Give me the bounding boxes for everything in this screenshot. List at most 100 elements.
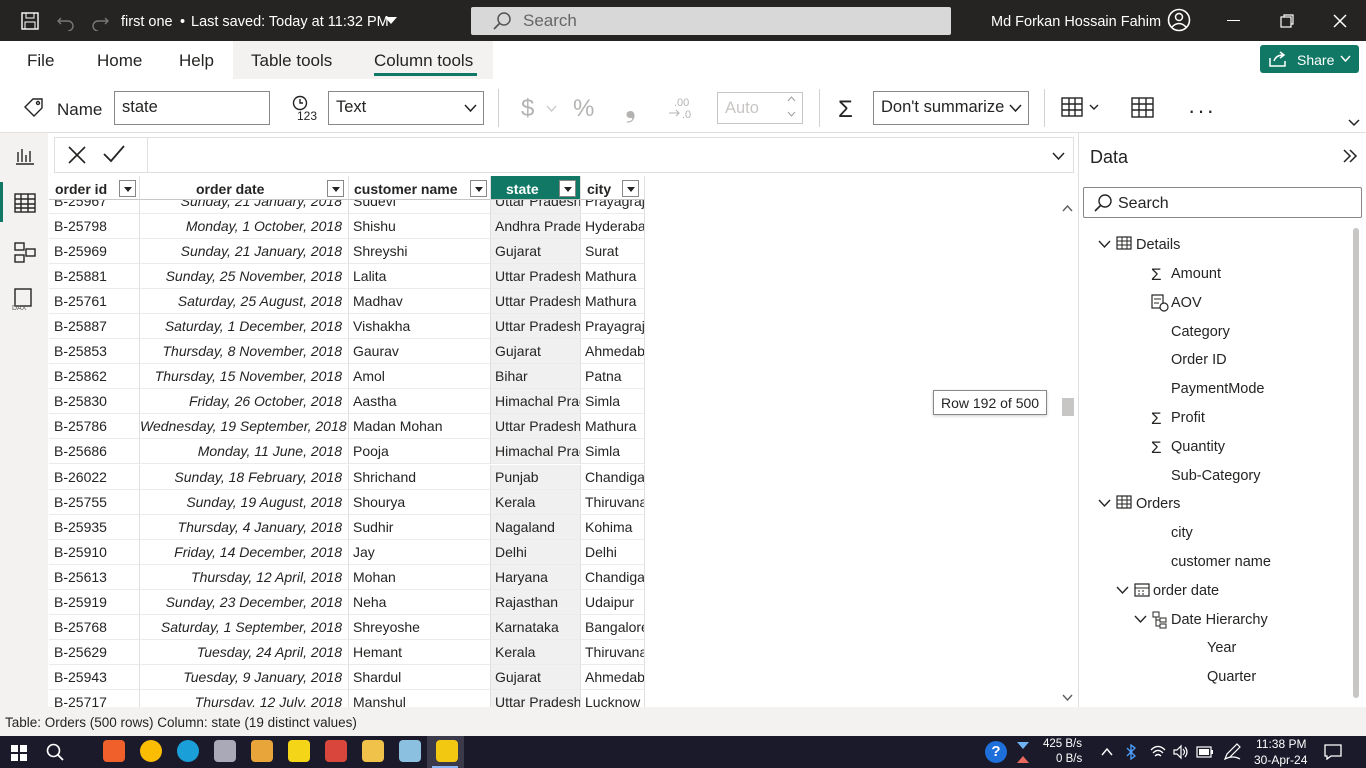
cell-order-id[interactable]: B-25717: [49, 689, 140, 707]
data-type-select[interactable]: Text: [328, 91, 484, 125]
close-icon[interactable]: [1333, 14, 1347, 28]
formula-bar[interactable]: [54, 137, 1074, 173]
tab-help[interactable]: Help: [179, 51, 214, 71]
cell-state[interactable]: Himachal Pradesh: [491, 439, 581, 465]
table-row[interactable]: B-25881 Sunday, 25 November, 2018 Lalita Ut…: [49, 264, 645, 290]
cell-order-id[interactable]: B-25935: [49, 514, 140, 540]
tree-item[interactable]: order date: [1116, 582, 1358, 604]
cell-order-id[interactable]: B-25755: [49, 489, 140, 515]
table-row[interactable]: B-25768 Saturday, 1 September, 2018 Shreyo…: [49, 614, 645, 640]
app-icon[interactable]: [325, 740, 347, 762]
table-row[interactable]: B-25830 Friday, 26 October, 2018 Aastha Him…: [49, 389, 645, 415]
decimal-button[interactable]: .00.0: [668, 95, 696, 121]
scroll-up-icon[interactable]: [1062, 205, 1073, 212]
cell-customer-name[interactable]: Aastha: [349, 389, 491, 415]
column-header-customer-name[interactable]: customer name: [349, 176, 491, 200]
cell-order-id[interactable]: B-26022: [49, 464, 140, 490]
cell-order-date[interactable]: Thursday, 15 November, 2018: [140, 364, 349, 390]
cell-order-date[interactable]: Friday, 26 October, 2018: [140, 389, 349, 415]
cell-state[interactable]: Uttar Pradesh: [491, 689, 581, 707]
cell-order-id[interactable]: B-25910: [49, 539, 140, 565]
tree-item[interactable]: Category: [1116, 323, 1358, 345]
comma-button[interactable]: ❟: [625, 92, 636, 125]
cell-city[interactable]: Delhi: [581, 539, 645, 565]
tray-chevron-up-icon[interactable]: [1101, 748, 1113, 756]
filter-dropdown-icon[interactable]: [119, 180, 136, 197]
cell-order-id[interactable]: B-25919: [49, 589, 140, 615]
cell-customer-name[interactable]: Shreyshi: [349, 239, 491, 265]
chevron-down-icon[interactable]: [1116, 586, 1129, 595]
cell-order-date[interactable]: Saturday, 25 August, 2018: [140, 289, 349, 315]
cell-customer-name[interactable]: Shishu: [349, 214, 491, 239]
data-pane-search-input[interactable]: Search: [1083, 187, 1362, 218]
cell-order-id[interactable]: B-25830: [49, 389, 140, 415]
tree-item[interactable]: Date Hierarchy: [1134, 611, 1358, 633]
cell-city[interactable]: Simla: [581, 439, 645, 465]
windows-start-icon[interactable]: [11, 745, 27, 761]
cell-order-date[interactable]: Monday, 1 October, 2018: [140, 214, 349, 239]
cell-customer-name[interactable]: Manshul: [349, 689, 491, 707]
sort-by-column-icon[interactable]: [1061, 96, 1101, 122]
percent-button[interactable]: %: [573, 95, 594, 123]
tree-item[interactable]: city: [1116, 524, 1358, 546]
cell-order-date[interactable]: Friday, 14 December, 2018: [140, 539, 349, 565]
summarization-select[interactable]: Don't summarize: [873, 91, 1029, 125]
cell-order-id[interactable]: B-25881: [49, 264, 140, 290]
battery-icon[interactable]: [1196, 746, 1214, 758]
table-row[interactable]: B-25629 Tuesday, 24 April, 2018 Hemant Kera…: [49, 639, 645, 665]
column-header-order-id[interactable]: order id: [49, 176, 140, 200]
sticky-notes-icon[interactable]: [288, 740, 310, 762]
tree-item[interactable]: Sub-Category: [1116, 467, 1358, 489]
cell-city[interactable]: Hyderabad: [581, 214, 645, 239]
cell-order-date[interactable]: Thursday, 12 April, 2018: [140, 564, 349, 590]
cell-city[interactable]: Simla: [581, 389, 645, 415]
cell-state[interactable]: Haryana: [491, 564, 581, 590]
pen-icon[interactable]: [1223, 743, 1241, 761]
notepad-icon[interactable]: [399, 740, 421, 762]
table-row[interactable]: B-25943 Tuesday, 9 January, 2018 Shardul Gu…: [49, 664, 645, 690]
cell-order-id[interactable]: B-25943: [49, 664, 140, 690]
column-header-state[interactable]: state: [491, 176, 581, 200]
power-bi-icon[interactable]: [436, 740, 458, 762]
volume-icon[interactable]: [1173, 744, 1189, 760]
cell-city[interactable]: Udaipur: [581, 589, 645, 615]
tree-item[interactable]: Order ID: [1116, 351, 1358, 373]
filter-dropdown-icon[interactable]: [559, 180, 576, 197]
cell-order-date[interactable]: Thursday, 4 January, 2018: [140, 514, 349, 540]
bluetooth-icon[interactable]: [1126, 744, 1136, 760]
cell-city[interactable]: Mathura: [581, 264, 645, 290]
chevron-down-icon[interactable]: [385, 17, 397, 25]
cell-order-id[interactable]: B-25853: [49, 339, 140, 365]
redo-icon[interactable]: [90, 11, 110, 31]
filter-dropdown-icon[interactable]: [622, 180, 639, 197]
cell-city[interactable]: Kohima: [581, 514, 645, 540]
cell-state[interactable]: Uttar Pradesh: [491, 314, 581, 340]
cell-order-id[interactable]: B-25629: [49, 639, 140, 665]
cell-order-date[interactable]: Tuesday, 24 April, 2018: [140, 639, 349, 665]
tree-item[interactable]: customer name: [1116, 553, 1358, 575]
cell-customer-name[interactable]: Madhav: [349, 289, 491, 315]
cell-customer-name[interactable]: Pooja: [349, 439, 491, 465]
collapse-ribbon-icon[interactable]: [1348, 119, 1360, 127]
column-header-order-date[interactable]: order date: [140, 176, 349, 200]
cell-customer-name[interactable]: Shourya: [349, 489, 491, 515]
cell-order-date[interactable]: Sunday, 19 August, 2018: [140, 489, 349, 515]
cell-city[interactable]: Mathura: [581, 289, 645, 315]
report-view-icon[interactable]: [14, 146, 36, 166]
cell-customer-name[interactable]: Shardul: [349, 664, 491, 690]
tab-home[interactable]: Home: [97, 51, 142, 71]
chevron-down-icon[interactable]: [1134, 615, 1147, 624]
cell-order-date[interactable]: Thursday, 12 July, 2018: [140, 689, 349, 707]
table-row[interactable]: B-25969 Sunday, 21 January, 2018 Shreyshi G…: [49, 239, 645, 265]
cell-order-id[interactable]: B-25768: [49, 614, 140, 640]
cell-state[interactable]: Uttar Pradesh: [491, 264, 581, 290]
cell-customer-name[interactable]: Neha: [349, 589, 491, 615]
table-row[interactable]: B-26022 Sunday, 18 February, 2018 Shrichan…: [49, 464, 645, 490]
brave-browser-icon[interactable]: [103, 740, 125, 762]
clock-time[interactable]: 11:38 PM: [1256, 737, 1306, 751]
cell-city[interactable]: Chandigarh: [581, 564, 645, 590]
cell-order-id[interactable]: B-25798: [49, 214, 140, 239]
table-row[interactable]: B-25919 Sunday, 23 December, 2018 Neha Raja…: [49, 589, 645, 615]
table-row[interactable]: B-25853 Thursday, 8 November, 2018 Gaurav G…: [49, 339, 645, 365]
cell-state[interactable]: Gujarat: [491, 239, 581, 265]
